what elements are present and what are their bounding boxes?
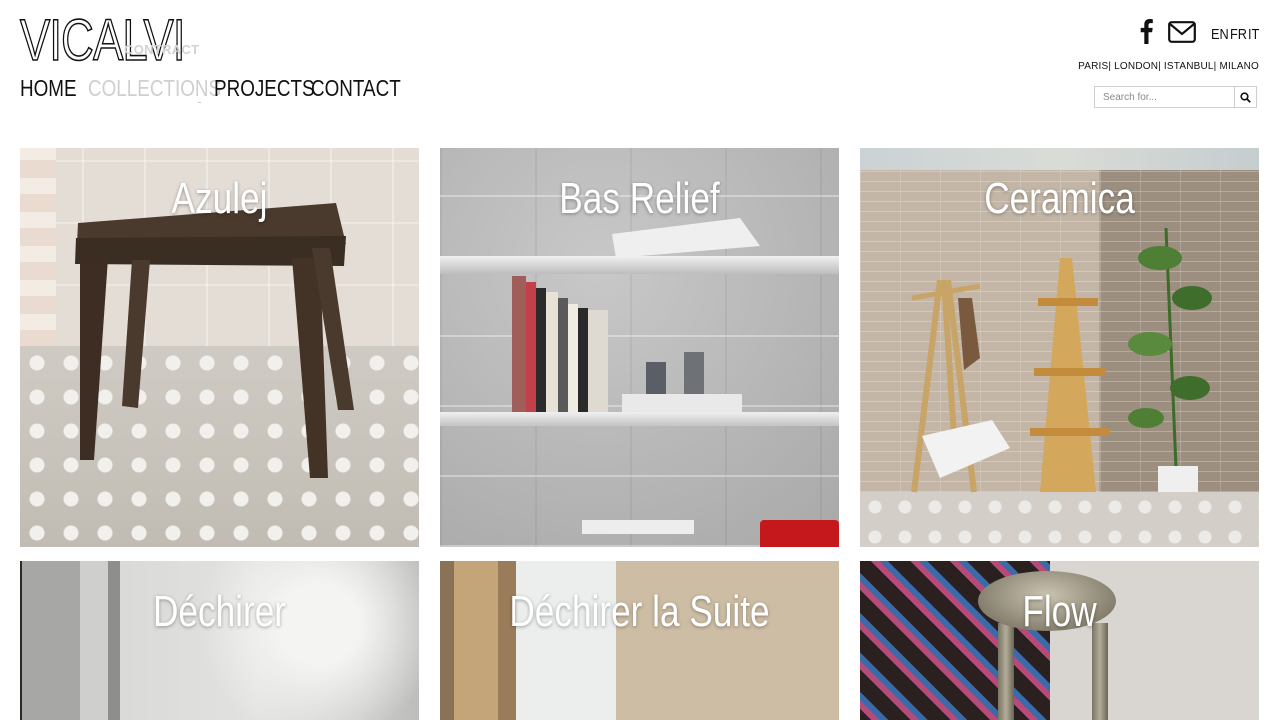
nav-contact[interactable]: CONTACT xyxy=(311,75,401,101)
collection-tile-azulej[interactable]: Azulej xyxy=(20,148,419,547)
tile-image-stool-leg xyxy=(998,623,1014,720)
collection-tile-dechirer-la-suite[interactable]: Déchirer la Suite xyxy=(440,561,839,720)
site-logo[interactable]: VICALVI xyxy=(19,8,231,73)
tile-image-stool-leg xyxy=(1092,623,1108,720)
lang-it-link[interactable]: IT xyxy=(1248,26,1259,43)
search-form xyxy=(1094,86,1257,108)
tile-image xyxy=(20,561,419,720)
logo-subtitle: CONTRACT xyxy=(124,42,200,57)
tile-image xyxy=(440,561,839,720)
nav-projects[interactable]: PROJECTS xyxy=(214,75,315,101)
lang-en-link[interactable]: EN xyxy=(1211,26,1229,43)
lang-fr-link[interactable]: FR xyxy=(1230,26,1247,43)
facebook-icon[interactable] xyxy=(1136,18,1156,44)
city-list: PARIS| LONDON| ISTANBUL| MILANO xyxy=(1078,61,1259,72)
tile-image-typewriter xyxy=(760,520,839,547)
interior-image xyxy=(911,227,1212,493)
mail-icon[interactable] xyxy=(1168,21,1196,43)
collection-tile-ceramica[interactable]: Ceramica xyxy=(860,148,1259,547)
search-icon xyxy=(1240,91,1251,103)
search-input[interactable] xyxy=(1095,87,1234,107)
logo-wordmark: VICALVI xyxy=(19,8,186,73)
collection-tile-bas-relief[interactable]: Bas Relief xyxy=(440,148,839,547)
search-button[interactable] xyxy=(1234,87,1256,107)
collection-tile-dechirer[interactable]: Déchirer xyxy=(20,561,419,720)
stool-image xyxy=(75,203,354,478)
collections-dropdown-caret[interactable]: - xyxy=(197,88,202,114)
books-image xyxy=(512,218,760,534)
tile-image-stool xyxy=(978,571,1116,631)
nav-home[interactable]: HOME xyxy=(20,75,77,101)
collection-tile-flow[interactable]: Flow xyxy=(860,561,1259,720)
